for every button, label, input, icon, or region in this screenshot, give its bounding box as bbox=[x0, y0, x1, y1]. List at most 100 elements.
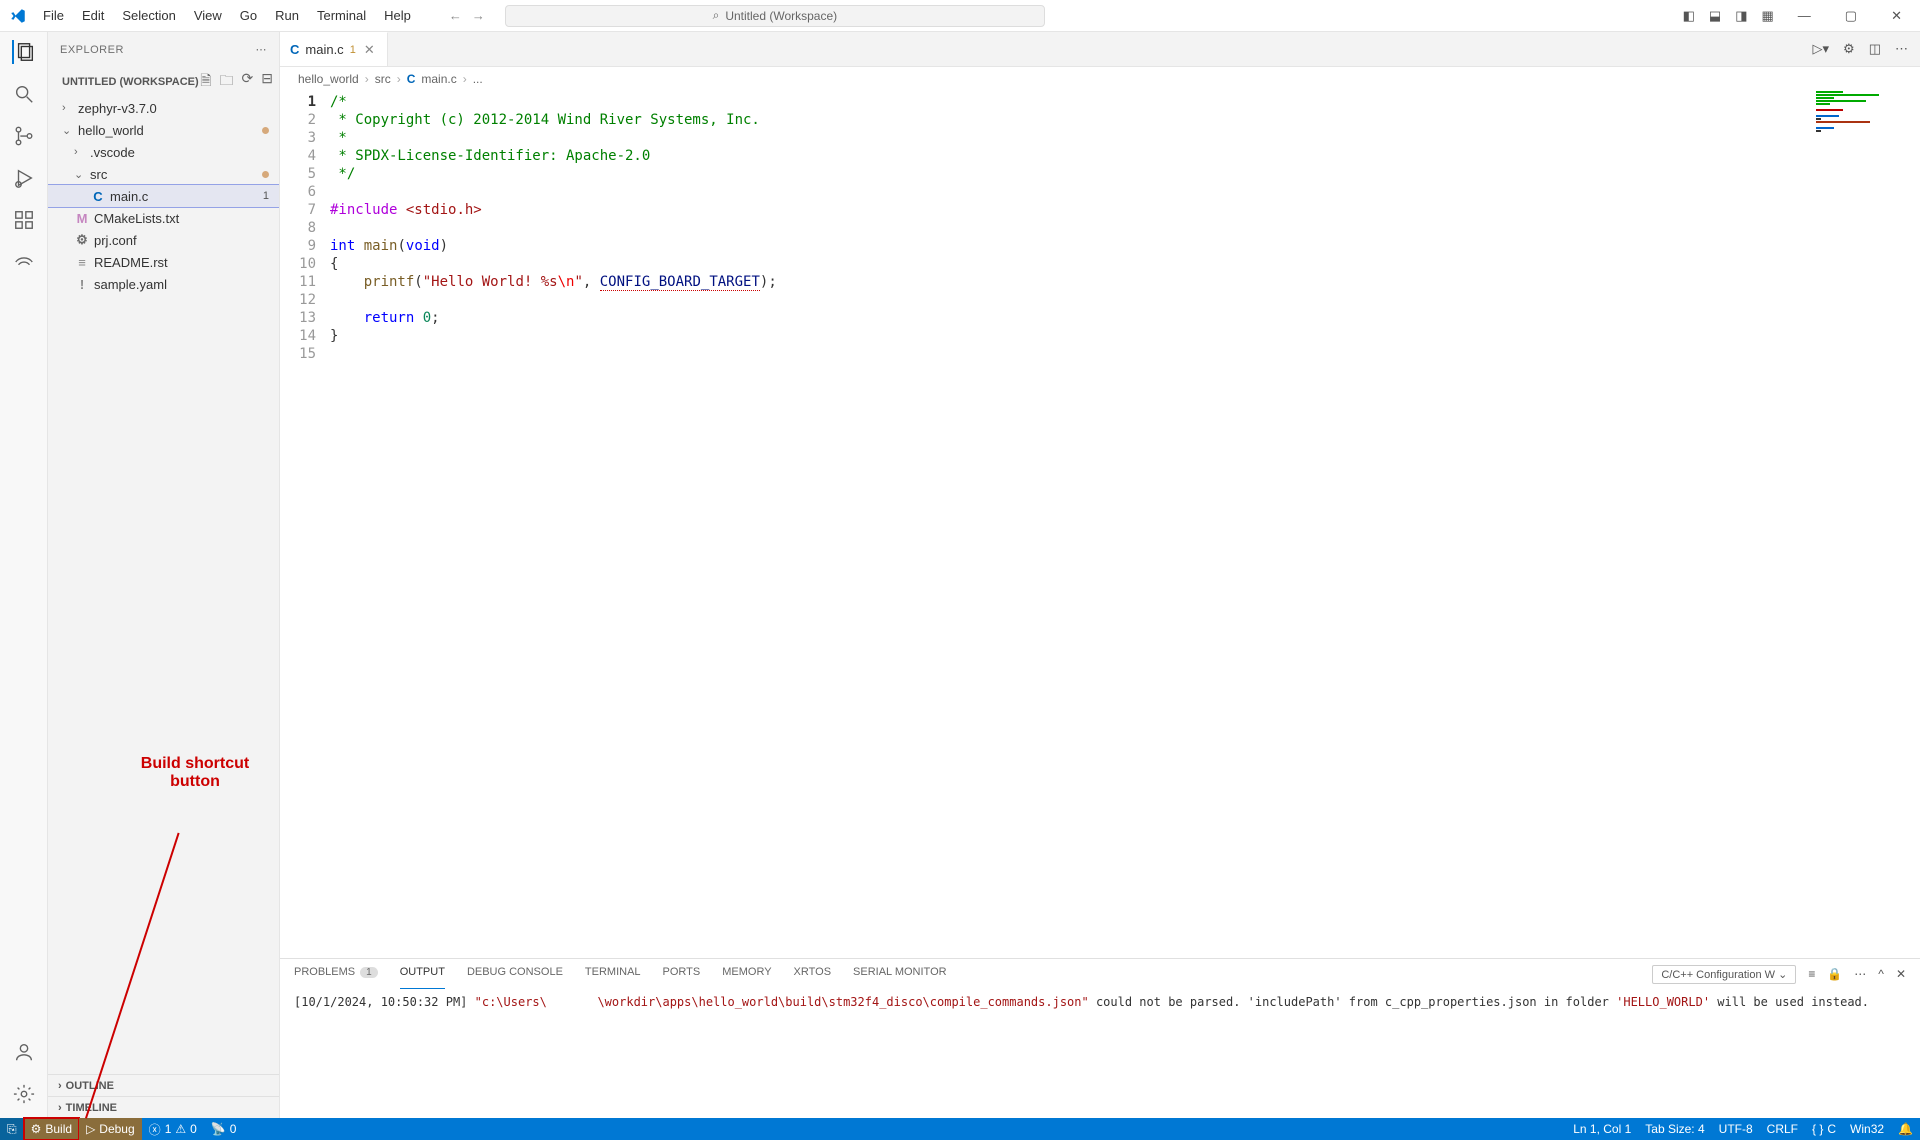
activity-extensions-icon[interactable] bbox=[12, 208, 36, 232]
menu-edit[interactable]: Edit bbox=[74, 4, 112, 27]
status-build-button[interactable]: ⚙ Build bbox=[24, 1118, 79, 1140]
tab-more-icon[interactable]: ⋯ bbox=[1895, 41, 1908, 57]
activity-accounts-icon[interactable] bbox=[12, 1040, 36, 1064]
command-center[interactable]: ⌕ Untitled (Workspace) bbox=[505, 5, 1045, 27]
layout-customize-icon[interactable]: ▦ bbox=[1762, 8, 1774, 24]
tree-item-vscode[interactable]: ›.vscode bbox=[48, 141, 279, 163]
line-gutter: 123456789101112131415 bbox=[280, 91, 330, 958]
window-maximize-icon[interactable]: ▢ bbox=[1835, 4, 1867, 28]
explorer-header: EXPLORER ⋯ bbox=[48, 32, 279, 67]
panel-tab-output[interactable]: OUTPUT bbox=[400, 959, 445, 989]
minimap[interactable] bbox=[1816, 91, 1906, 141]
title-right-icons: ◧ ⬓ ◨ ▦ — ▢ ✕ bbox=[1683, 4, 1920, 28]
panel-tab-serial-monitor[interactable]: SERIAL MONITOR bbox=[853, 959, 947, 989]
status-platform[interactable]: Win32 bbox=[1843, 1118, 1891, 1140]
search-icon: ⌕ bbox=[713, 8, 720, 23]
window-close-icon[interactable]: ✕ bbox=[1881, 4, 1912, 28]
tree-item-main-c[interactable]: Cmain.c1 bbox=[48, 185, 279, 207]
tree-item-hello-world[interactable]: ⌄hello_world bbox=[48, 119, 279, 141]
panel-tab-memory[interactable]: MEMORY bbox=[722, 959, 771, 989]
nav-forward-icon[interactable]: → bbox=[472, 8, 485, 23]
output-content[interactable]: [10/1/2024, 10:50:32 PM] "c:\Users\ \wor… bbox=[280, 989, 1920, 1015]
panel-tab-terminal[interactable]: TERMINAL bbox=[585, 959, 641, 989]
code-content[interactable]: /* * Copyright (c) 2012-2014 Wind River … bbox=[330, 91, 1920, 958]
problems-count-badge: 1 bbox=[360, 967, 378, 978]
window-minimize-icon[interactable]: — bbox=[1788, 4, 1821, 27]
menu-help[interactable]: Help bbox=[376, 4, 419, 27]
tab-close-icon[interactable]: ✕ bbox=[362, 42, 377, 58]
menu-terminal[interactable]: Terminal bbox=[309, 4, 374, 27]
tree-item-zephyr[interactable]: ›zephyr-v3.7.0 bbox=[48, 97, 279, 119]
nav-back-icon[interactable]: ← bbox=[449, 8, 462, 23]
status-eol[interactable]: CRLF bbox=[1760, 1118, 1805, 1140]
activity-settings-icon[interactable] bbox=[12, 1082, 36, 1106]
activity-explorer-icon[interactable] bbox=[12, 40, 36, 64]
workspace-title: UNTITLED (WORKSPACE) bbox=[62, 76, 199, 88]
status-cursor-position[interactable]: Ln 1, Col 1 bbox=[1566, 1118, 1638, 1140]
status-language-mode[interactable]: { } C bbox=[1805, 1118, 1843, 1140]
activity-bar bbox=[0, 32, 48, 1118]
menu-run[interactable]: Run bbox=[267, 4, 307, 27]
collapse-icon[interactable]: ⊟ bbox=[261, 70, 273, 94]
status-remote-icon[interactable]: ⎘ bbox=[0, 1118, 24, 1140]
c-file-icon: C bbox=[290, 42, 299, 57]
tree-item-cmakelists[interactable]: M CMakeLists.txt bbox=[48, 207, 279, 229]
breadcrumb-item[interactable]: main.c bbox=[421, 72, 456, 86]
timeline-section[interactable]: ›TIMELINE bbox=[48, 1096, 279, 1118]
tree-label: README.rst bbox=[94, 255, 168, 270]
output-channel-dropdown[interactable]: C/C++ Configuration W ⌄ bbox=[1652, 965, 1796, 984]
breadcrumb-item[interactable]: ... bbox=[473, 72, 483, 86]
layout-right-icon[interactable]: ◨ bbox=[1735, 8, 1747, 24]
file-tree: ›zephyr-v3.7.0 ⌄hello_world ›.vscode ⌄sr… bbox=[48, 97, 279, 1074]
split-editor-icon[interactable]: ◫ bbox=[1869, 41, 1881, 57]
status-tab-size[interactable]: Tab Size: 4 bbox=[1638, 1118, 1711, 1140]
new-file-icon[interactable]: 🗎 bbox=[200, 70, 211, 94]
status-encoding[interactable]: UTF-8 bbox=[1712, 1118, 1760, 1140]
panel-tab-debug-console[interactable]: DEBUG CONSOLE bbox=[467, 959, 563, 989]
cmake-file-icon: M bbox=[74, 211, 90, 226]
tab-modified-badge: 1 bbox=[350, 44, 356, 56]
outline-section[interactable]: ›OUTLINE bbox=[48, 1074, 279, 1096]
status-problems[interactable]: ⓧ 1 ⚠ 0 bbox=[142, 1118, 204, 1140]
breadcrumb-item[interactable]: hello_world bbox=[298, 72, 359, 86]
panel-tab-xrtos[interactable]: XRTOS bbox=[794, 959, 832, 989]
tab-settings-icon[interactable]: ⚙ bbox=[1843, 41, 1855, 57]
search-text: Untitled (Workspace) bbox=[725, 9, 837, 23]
tree-item-readme[interactable]: ≡ README.rst bbox=[48, 251, 279, 273]
panel-tab-ports[interactable]: PORTS bbox=[663, 959, 701, 989]
status-notifications-icon[interactable]: 🔔 bbox=[1891, 1118, 1920, 1140]
activity-run-debug-icon[interactable] bbox=[12, 166, 36, 190]
breadcrumbs[interactable]: hello_world› src› C main.c› ... bbox=[280, 67, 1920, 91]
status-ports[interactable]: 📡 0 bbox=[204, 1118, 244, 1140]
panel-close-icon[interactable]: ✕ bbox=[1896, 967, 1906, 981]
explorer-more-icon[interactable]: ⋯ bbox=[256, 43, 268, 56]
panel-maximize-icon[interactable]: ^ bbox=[1878, 967, 1884, 981]
activity-zephyr-icon[interactable] bbox=[12, 250, 36, 274]
menu-file[interactable]: File bbox=[35, 4, 72, 27]
explorer-title: EXPLORER bbox=[60, 44, 124, 56]
menu-selection[interactable]: Selection bbox=[114, 4, 183, 27]
workspace-section[interactable]: UNTITLED (WORKSPACE) 🗎 🗀 ⟳ ⊟ bbox=[48, 67, 279, 97]
refresh-icon[interactable]: ⟳ bbox=[242, 70, 254, 94]
layout-bottom-icon[interactable]: ⬓ bbox=[1709, 8, 1721, 24]
tree-label: CMakeLists.txt bbox=[94, 211, 179, 226]
readme-file-icon: ≡ bbox=[74, 255, 90, 270]
tree-item-src[interactable]: ⌄src bbox=[48, 163, 279, 185]
layout-left-icon[interactable]: ◧ bbox=[1683, 8, 1695, 24]
tree-item-sample[interactable]: !sample.yaml bbox=[48, 273, 279, 295]
activity-search-icon[interactable] bbox=[12, 82, 36, 106]
code-editor[interactable]: 123456789101112131415 /* * Copyright (c)… bbox=[280, 91, 1920, 958]
lock-icon[interactable]: 🔒 bbox=[1827, 967, 1842, 981]
menu-view[interactable]: View bbox=[186, 4, 230, 27]
filter-icon[interactable]: ≡ bbox=[1808, 967, 1815, 981]
tree-item-prjconf[interactable]: ⚙prj.conf bbox=[48, 229, 279, 251]
panel-more-icon[interactable]: ⋯ bbox=[1854, 967, 1866, 981]
new-folder-icon[interactable]: 🗀 bbox=[220, 70, 234, 94]
run-dropdown-icon[interactable]: ▷▾ bbox=[1813, 41, 1830, 57]
editor-tab-main-c[interactable]: C main.c 1 ✕ bbox=[280, 32, 388, 66]
menu-go[interactable]: Go bbox=[232, 4, 265, 27]
panel-tab-problems[interactable]: PROBLEMS1 bbox=[294, 959, 378, 989]
activity-source-control-icon[interactable] bbox=[12, 124, 36, 148]
status-debug-button[interactable]: ▷ Debug bbox=[79, 1118, 142, 1140]
breadcrumb-item[interactable]: src bbox=[375, 72, 391, 86]
